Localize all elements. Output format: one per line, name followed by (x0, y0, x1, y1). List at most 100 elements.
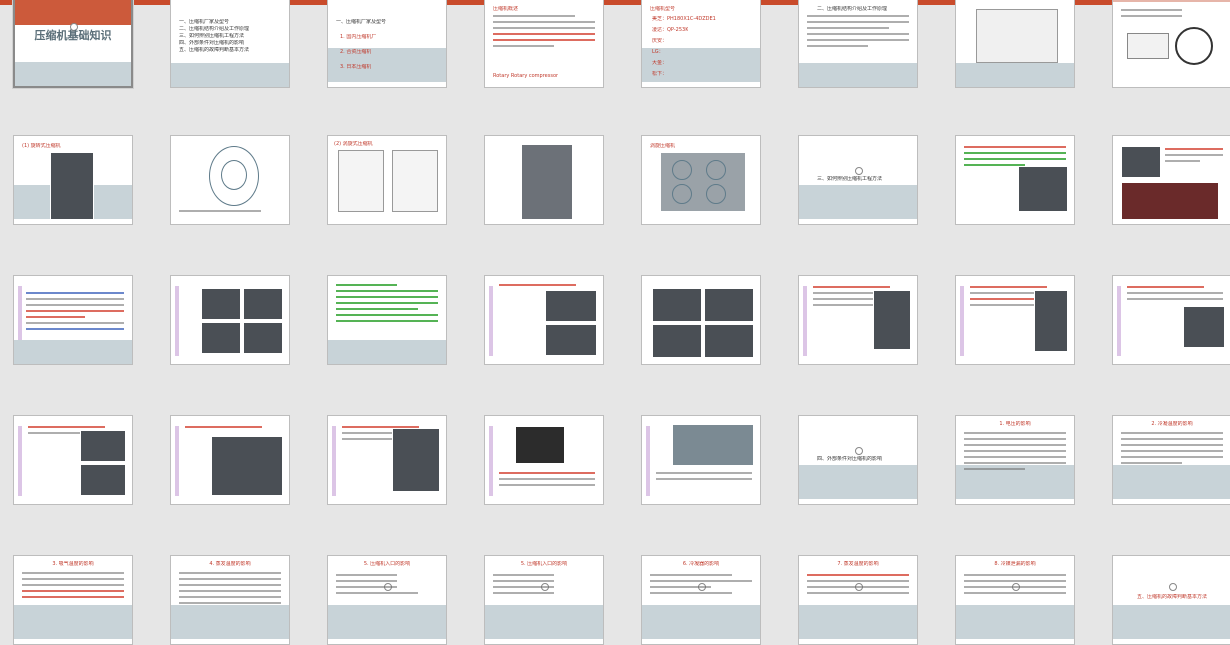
slide-thumbnail-6[interactable]: 二、压缩机结构介绍及工作原理 (798, 0, 918, 88)
slide-thumbnail-30[interactable]: 四、外部条件对压缩机的影响 (798, 415, 918, 505)
internal-photo (652, 288, 702, 322)
slide-footer-band (15, 62, 131, 86)
internal-photo (704, 324, 754, 358)
slide-thumbnail-28[interactable] (484, 415, 604, 505)
slide-thumbnail-24[interactable] (1112, 275, 1230, 365)
slide-thumbnail-34[interactable]: 4. 蒸发温度的影响 (170, 555, 290, 645)
scroll-icon (672, 160, 692, 180)
slide-band (1113, 605, 1230, 640)
slide-body (499, 472, 595, 490)
slide-heading: 5. 压缩机入口的影响 (363, 561, 411, 567)
slide-thumbnail-31[interactable]: 1. 电压的影响 (955, 415, 1075, 505)
slide-band (1113, 465, 1230, 500)
slide-thumbnail-11[interactable]: (2) 涡旋式压缩机 (327, 135, 447, 225)
slide-body (336, 284, 438, 326)
slide-heading: 二、压缩机结构介绍及工作原理 (817, 6, 888, 12)
scroll-photo (660, 152, 746, 212)
slide-heading: 6. 冷凝器的影响 (682, 561, 720, 567)
component-photo (392, 428, 440, 492)
slide-thumbnail-38[interactable]: 7. 蒸发温度的影响 (798, 555, 918, 645)
slide-thumbnail-16[interactable] (1112, 135, 1230, 225)
slide-band (14, 605, 132, 640)
slide-thumbnail-5[interactable]: 压缩机型号 美芝：PH180X1C-4DZDE1 凌达：QP-253K 庆安： … (641, 0, 761, 88)
component-photo (672, 424, 754, 466)
slide-thumbnail-12[interactable] (484, 135, 604, 225)
slide-thumbnail-4[interactable]: 压缩机概述 Rotary Rotary compressor (484, 0, 604, 88)
slide-thumbnail-17[interactable] (13, 275, 133, 365)
slide-text-line: 2. 合资压缩机 (340, 49, 372, 55)
slide-body (336, 574, 438, 598)
slide-thumbnail-15[interactable] (955, 135, 1075, 225)
slide-thumbnail-22[interactable] (798, 275, 918, 365)
slide-band (956, 605, 1074, 640)
fan-diagram-icon (1175, 27, 1213, 65)
slide-thumbnail-29[interactable] (641, 415, 761, 505)
slide-thumbnail-27[interactable] (327, 415, 447, 505)
slide-text-line: 凌达：QP-253K (652, 27, 689, 33)
slide-footer-band (328, 340, 446, 364)
component-photo (545, 324, 597, 356)
compressor-photo (201, 322, 241, 354)
slide-heading: 压缩机概述 (493, 6, 519, 12)
slide-thumbnail-40[interactable]: 五、压缩机的故障判断基本方法 (1112, 555, 1230, 645)
slide-thumbnail-25[interactable] (13, 415, 133, 505)
slide-heading: 四、外部条件对压缩机的影响 (817, 456, 883, 462)
slide-text-line: 1. 国内压缩机厂 (340, 34, 377, 40)
slide-body (1127, 286, 1223, 304)
slide-body (1121, 432, 1223, 468)
slide-thumbnail-18[interactable] (170, 275, 290, 365)
component-photo (80, 464, 126, 496)
diagram-image (338, 150, 384, 212)
slide-thumbnail-13[interactable]: 涡旋压缩机 (641, 135, 761, 225)
scroll-icon (706, 160, 726, 180)
slide-thumbnail-21[interactable] (641, 275, 761, 365)
slide-thumbnail-20[interactable] (484, 275, 604, 365)
slide-thumbnail-1[interactable]: 压缩机基础知识 (13, 0, 133, 88)
compressor-photo (201, 288, 241, 320)
component-photo (545, 290, 597, 322)
diagram-image (392, 150, 438, 212)
cover-header-band (15, 0, 131, 25)
slide-thumbnail-9[interactable]: (1) 旋转式压缩机 (13, 135, 133, 225)
slide-caption (179, 210, 281, 216)
slide-body (493, 574, 595, 598)
slide-thumbnail-36[interactable]: 5. 压缩机入口的影响 (484, 555, 604, 645)
slide-heading: 1. 电压的影响 (999, 421, 1031, 427)
slide-thumbnail-3[interactable]: 一、压缩机厂家及型号 1. 国内压缩机厂 2. 合资压缩机 3. 日本压缩机 (327, 0, 447, 88)
slide-thumbnail-19[interactable] (327, 275, 447, 365)
internal-photo (652, 324, 702, 358)
slide-body (22, 572, 124, 602)
slide-text-line: 一、压缩机厂家及型号 (179, 19, 230, 25)
slide-sidebar (489, 286, 493, 356)
slide-thumbnail-32[interactable]: 2. 冷凝温度的影响 (1112, 415, 1230, 505)
slide-thumbnail-10[interactable] (170, 135, 290, 225)
slide-thumbnail-2[interactable]: 一、压缩机厂家及型号 二、压缩机结构介绍及工作原理 三、如何辨别压缩机工程方法 … (170, 0, 290, 88)
slide-thumbnail-7[interactable] (955, 0, 1075, 88)
slide-thumbnail-35[interactable]: 5. 压缩机入口的影响 (327, 555, 447, 645)
slide-text-line: 松下： (652, 71, 668, 77)
slide-band (799, 465, 917, 500)
slide-accent (1113, 0, 1230, 2)
slide-thumbnail-39[interactable]: 8. 冷媒泄漏的影响 (955, 555, 1075, 645)
slide-heading: 五、压缩机的故障判断基本方法 (1136, 594, 1207, 600)
slide-text-line: 大金： (652, 60, 668, 66)
slide-band (485, 605, 603, 640)
slide-footer-band (14, 340, 132, 364)
slide-heading: 2. 冷凝温度的影响 (1151, 421, 1193, 427)
slide-band (799, 605, 917, 640)
slide-thumbnail-33[interactable]: 3. 吸气温度的影响 (13, 555, 133, 645)
cover-title: 压缩机基础知识 (34, 29, 112, 42)
component-photo (1018, 166, 1068, 212)
slide-body (185, 426, 281, 432)
slide-thumbnail-23[interactable] (955, 275, 1075, 365)
compressor-photo (243, 322, 283, 354)
slide-body (964, 432, 1066, 474)
slide-thumbnail-14[interactable]: 三、如何辨别压缩机工程方法 (798, 135, 918, 225)
slide-text-line: Rotary Rotary compressor (493, 73, 559, 79)
internal-photo (704, 288, 754, 322)
slide-thumbnail-37[interactable]: 6. 冷凝器的影响 (641, 555, 761, 645)
slide-thumbnail-8[interactable] (1112, 0, 1230, 88)
scroll-icon (672, 184, 692, 204)
slide-body (656, 472, 752, 484)
slide-thumbnail-26[interactable] (170, 415, 290, 505)
